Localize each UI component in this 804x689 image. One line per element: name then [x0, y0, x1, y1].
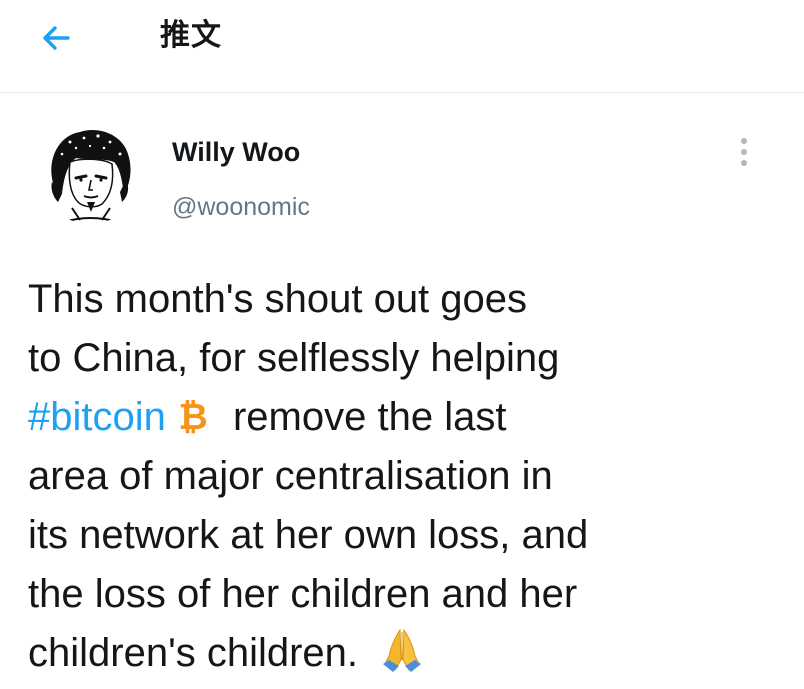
back-button[interactable]	[26, 12, 86, 64]
tweet-line: the loss of her children and her	[28, 572, 578, 616]
top-navigation-bar: 推文	[0, 0, 804, 93]
tweet-line: its network at her own loss, and	[28, 513, 589, 557]
avatar[interactable]	[40, 124, 140, 224]
more-vertical-icon	[741, 138, 747, 166]
arrow-left-icon	[43, 26, 70, 50]
tweet-text: This month's shout out goes to China, fo…	[28, 270, 788, 683]
page-title: 推文	[160, 18, 222, 53]
sketch-portrait-avatar	[40, 124, 140, 224]
tweet-line: area of major centralisation in	[28, 454, 553, 498]
bitcoin-icon: ₿	[178, 394, 208, 453]
more-options-button[interactable]	[726, 132, 762, 172]
tweet-line: children's children.	[28, 624, 788, 683]
tweet-line: to China, for selflessly helping	[28, 336, 560, 380]
tweet-line: This month's shout out goes	[28, 277, 528, 321]
svg-text:₿: ₿	[178, 397, 207, 436]
author-display-name[interactable]: Willy Woo	[172, 134, 300, 170]
tweet-line-text: children's children.	[28, 631, 370, 675]
tweet-line: #bitcoin ₿ remove the last	[28, 388, 788, 447]
hashtag-link[interactable]: #bitcoin	[28, 395, 166, 439]
author-handle[interactable]: @woonomic	[172, 190, 310, 224]
tweet-line-text: remove the last	[221, 395, 507, 439]
